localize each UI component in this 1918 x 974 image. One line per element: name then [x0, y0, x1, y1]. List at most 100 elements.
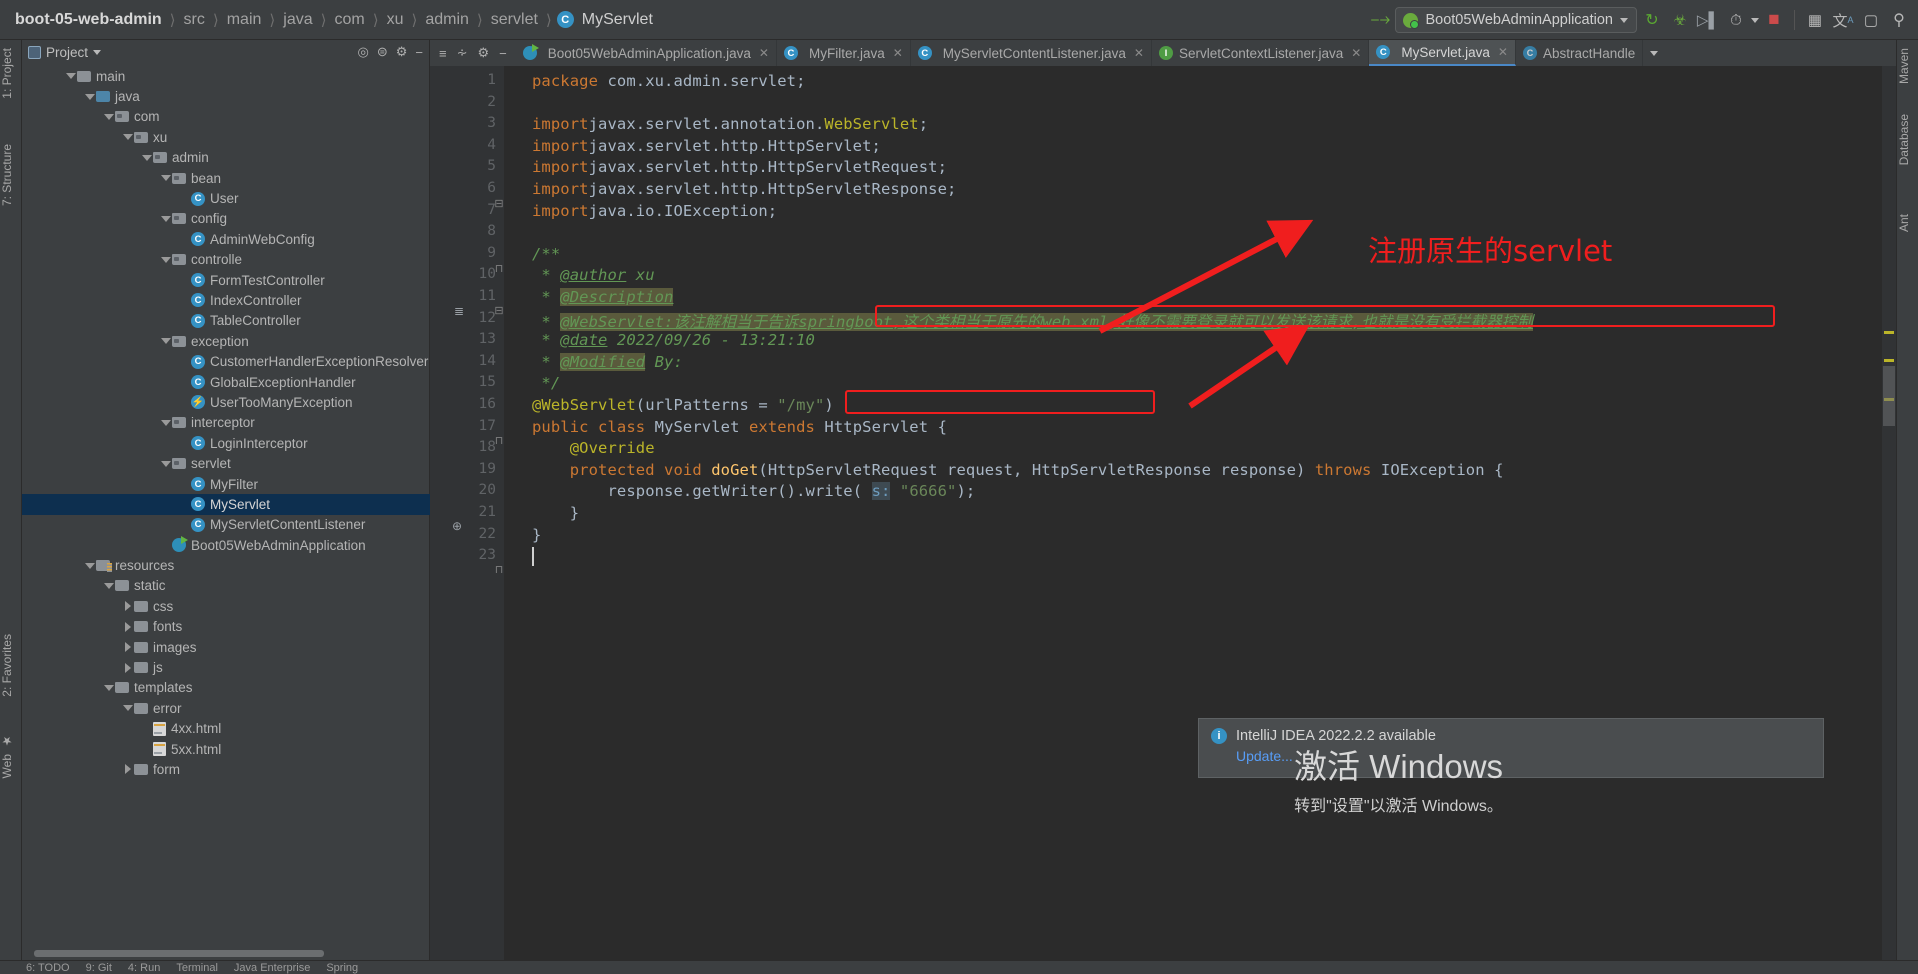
sidebar-item-favorites[interactable]: 2: Favorites: [0, 630, 22, 701]
chevron-down-icon[interactable]: [93, 49, 102, 55]
tree-row[interactable]: C MyServletContentListener: [22, 515, 430, 535]
close-icon[interactable]: ✕: [1498, 45, 1508, 59]
editor-tab[interactable]: C MyServletContentListener.java ✕: [911, 40, 1152, 66]
editor-marker-bar[interactable]: [1882, 66, 1896, 960]
sidebar-item-ant[interactable]: Ant: [1897, 210, 1918, 236]
fold-icon[interactable]: ⊓: [494, 563, 504, 576]
tree-row[interactable]: C CustomerHandlerExceptionResolver: [22, 351, 430, 371]
chevron-down-icon[interactable]: [83, 562, 96, 569]
chevron-down-icon[interactable]: [64, 73, 77, 80]
editor-tab[interactable]: Boot05WebAdminApplication.java ✕: [516, 40, 777, 66]
tree-row[interactable]: servlet: [22, 453, 430, 473]
code-line[interactable]: response.getWriter().write( s: "6666");: [532, 482, 975, 501]
editor-tabs[interactable]: Boot05WebAdminApplication.java ✕ C MyFilter…: [516, 40, 1644, 66]
tree-row[interactable]: error: [22, 698, 430, 718]
tree-row[interactable]: exception: [22, 331, 430, 351]
translate-icon[interactable]: 文A: [1830, 7, 1856, 33]
fold-icon[interactable]: ⊓: [494, 434, 504, 447]
editor-tab[interactable]: I ServletContextListener.java ✕: [1152, 40, 1370, 66]
tree-row[interactable]: interceptor: [22, 413, 430, 433]
settings-gear-icon[interactable]: ⚙: [396, 44, 408, 60]
tree-row[interactable]: C User: [22, 188, 430, 208]
code-line[interactable]: */: [532, 374, 560, 392]
tree-row[interactable]: fonts: [22, 617, 430, 637]
code-line[interactable]: * @Description: [532, 288, 674, 306]
debug-icon[interactable]: ☣: [1667, 7, 1693, 33]
tree-row[interactable]: C GlobalExceptionHandler: [22, 372, 430, 392]
chevron-down-icon[interactable]: [159, 338, 172, 345]
tree-row[interactable]: C FormTestController: [22, 270, 430, 290]
status-item-spring[interactable]: Spring: [326, 962, 358, 974]
tree-row[interactable]: C LoginInterceptor: [22, 433, 430, 453]
breadcrumb-item-admin[interactable]: admin: [422, 11, 472, 29]
tree-row[interactable]: 4xx.html: [22, 719, 430, 739]
sidebar-item-web[interactable]: Web: [0, 750, 22, 782]
tab-overflow-button[interactable]: [1643, 40, 1665, 66]
tree-row[interactable]: C TableController: [22, 311, 430, 331]
tree-row[interactable]: Boot05WebAdminApplication: [22, 535, 430, 555]
search-icon[interactable]: ⚲: [1886, 7, 1912, 33]
run-configuration-selector[interactable]: Boot05WebAdminApplication: [1395, 7, 1637, 33]
chevron-right-icon[interactable]: [121, 642, 134, 653]
breadcrumb-item-xu[interactable]: xu: [384, 11, 407, 29]
chevron-down-icon[interactable]: [159, 175, 172, 182]
settings-gear-icon[interactable]: ⚙: [478, 45, 490, 61]
tree-row[interactable]: main: [22, 66, 430, 86]
close-icon[interactable]: ✕: [759, 46, 769, 60]
scrollbar-thumb[interactable]: [34, 950, 324, 957]
code-line[interactable]: importjavax.servlet.annotation.WebServle…: [532, 115, 928, 133]
tree-row[interactable]: static: [22, 576, 430, 596]
breadcrumb-item-servlet[interactable]: servlet: [488, 11, 541, 29]
tree-row[interactable]: form: [22, 759, 430, 779]
tree-row[interactable]: controlle: [22, 250, 430, 270]
tree-row[interactable]: C MyServlet: [22, 494, 430, 515]
tree-row[interactable]: C MyFilter: [22, 474, 430, 494]
breadcrumb-item-myservlet[interactable]: MyServlet: [579, 11, 656, 29]
tree-row[interactable]: templates: [22, 678, 430, 698]
chevron-down-icon[interactable]: [1751, 17, 1759, 23]
status-item-todo[interactable]: 6: TODO: [26, 962, 70, 974]
collapse-icon[interactable]: ∻: [457, 45, 468, 61]
code-line[interactable]: @Override: [532, 439, 655, 457]
hide-panel-icon[interactable]: −: [415, 45, 423, 60]
sidebar-item-structure[interactable]: 7: Structure: [0, 140, 22, 210]
tree-row[interactable]: 5xx.html: [22, 739, 430, 759]
chevron-down-icon[interactable]: [102, 684, 115, 691]
chevron-down-icon[interactable]: [159, 460, 172, 467]
run-with-coverage-icon[interactable]: ▷▌: [1695, 7, 1721, 33]
chevron-down-icon[interactable]: [159, 215, 172, 222]
close-icon[interactable]: ✕: [893, 46, 903, 60]
tree-row[interactable]: admin: [22, 148, 430, 168]
expand-all-icon[interactable]: ≡: [439, 46, 447, 61]
status-item-run[interactable]: 4: Run: [128, 962, 160, 974]
chevron-down-icon[interactable]: [121, 705, 134, 712]
warning-marker[interactable]: [1884, 359, 1894, 362]
tree-row[interactable]: resources: [22, 555, 430, 575]
hide-icon[interactable]: −: [499, 46, 507, 61]
chevron-down-icon[interactable]: [159, 256, 172, 263]
status-item-terminal[interactable]: Terminal: [176, 962, 218, 974]
chevron-down-icon[interactable]: [159, 419, 172, 426]
warning-marker[interactable]: [1884, 331, 1894, 334]
tree-row[interactable]: images: [22, 637, 430, 657]
editor-tab[interactable]: C MyServlet.java ✕: [1369, 40, 1516, 66]
code-line[interactable]: * @WebServlet:该注解相当于告诉springboot,这个类相当于原…: [532, 310, 1533, 332]
breadcrumb-item-com[interactable]: com: [331, 11, 367, 29]
locate-icon[interactable]: ◎: [358, 44, 369, 60]
terminal-icon[interactable]: ▢: [1858, 7, 1884, 33]
breadcrumb-item-src[interactable]: src: [181, 11, 208, 29]
code-line[interactable]: * @author xu: [532, 266, 655, 284]
chevron-down-icon[interactable]: [140, 154, 153, 161]
project-horizontal-scrollbar[interactable]: [26, 949, 416, 958]
editor-tab[interactable]: C AbstractHandle: [1516, 40, 1644, 66]
override-method-icon[interactable]: ⊕: [452, 519, 462, 533]
tree-row[interactable]: ⚡ UserTooManyException: [22, 392, 430, 412]
code-line[interactable]: importjavax.servlet.http.HttpServletRequ…: [532, 158, 947, 176]
build-icon[interactable]: ⤍: [1367, 7, 1393, 33]
project-tree[interactable]: main java com xu admin bean C User config C AdminW…: [22, 64, 430, 936]
sidebar-item-database[interactable]: Database: [1897, 110, 1918, 169]
close-icon[interactable]: ✕: [1134, 46, 1144, 60]
tree-row[interactable]: config: [22, 209, 430, 229]
tree-row[interactable]: js: [22, 657, 430, 677]
services-icon[interactable]: ▦: [1802, 7, 1828, 33]
